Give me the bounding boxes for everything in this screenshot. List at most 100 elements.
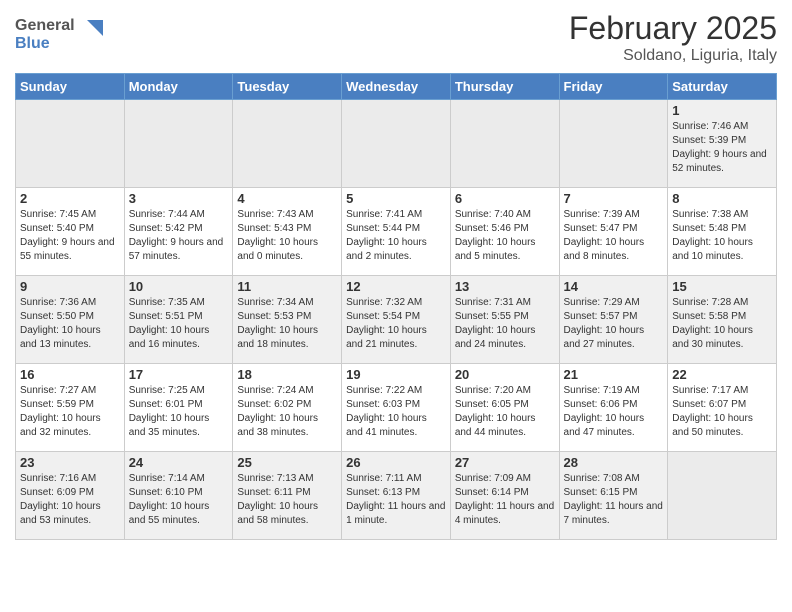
day-number: 15 [672, 279, 772, 294]
day-number: 16 [20, 367, 120, 382]
day-number: 23 [20, 455, 120, 470]
col-wednesday: Wednesday [342, 74, 451, 100]
day-info: Sunrise: 7:11 AM Sunset: 6:13 PM Dayligh… [346, 472, 446, 528]
calendar-cell [668, 452, 777, 540]
day-info: Sunrise: 7:25 AM Sunset: 6:01 PM Dayligh… [129, 384, 229, 440]
calendar-cell: 21 Sunrise: 7:19 AM Sunset: 6:06 PM Dayli… [559, 364, 668, 452]
day-number: 20 [455, 367, 555, 382]
day-number: 13 [455, 279, 555, 294]
calendar-cell: 26 Sunrise: 7:11 AM Sunset: 6:13 PM Dayli… [342, 452, 451, 540]
calendar-cell: 20 Sunrise: 7:20 AM Sunset: 6:05 PM Dayli… [450, 364, 559, 452]
logo: General Blue [15, 10, 105, 59]
day-number: 11 [237, 279, 337, 294]
calendar-cell: 18Sunrise: 7:24 AM Sunset: 6:02 PM Dayli… [233, 364, 342, 452]
day-info: Sunrise: 7:29 AM Sunset: 5:57 PM Dayligh… [564, 296, 664, 352]
calendar-week-row: 2 Sunrise: 7:45 AM Sunset: 5:40 PM Daylig… [16, 188, 777, 276]
day-number: 1 [672, 103, 772, 118]
calendar-cell: 9Sunrise: 7:36 AM Sunset: 5:50 PM Daylig… [16, 276, 125, 364]
calendar-cell: 16 Sunrise: 7:27 AM Sunset: 5:59 PM Dayli… [16, 364, 125, 452]
calendar-cell: 28 Sunrise: 7:08 AM Sunset: 6:15 PM Dayli… [559, 452, 668, 540]
calendar-cell [450, 100, 559, 188]
day-info: Sunrise: 7:19 AM Sunset: 6:06 PM Dayligh… [564, 384, 664, 440]
header: General Blue February 2025 Soldano, Ligu… [15, 10, 777, 65]
day-info: Sunrise: 7:32 AM Sunset: 5:54 PM Dayligh… [346, 296, 446, 352]
calendar-week-row: 23 Sunrise: 7:16 AM Sunset: 6:09 PM Dayli… [16, 452, 777, 540]
calendar-cell [559, 100, 668, 188]
calendar-cell [124, 100, 233, 188]
day-info: Sunrise: 7:14 AM Sunset: 6:10 PM Dayligh… [129, 472, 229, 528]
calendar-cell: 12 Sunrise: 7:32 AM Sunset: 5:54 PM Dayli… [342, 276, 451, 364]
day-number: 8 [672, 191, 772, 206]
calendar-cell: 2 Sunrise: 7:45 AM Sunset: 5:40 PM Daylig… [16, 188, 125, 276]
day-number: 28 [564, 455, 664, 470]
calendar-table: Sunday Monday Tuesday Wednesday Thursday… [15, 73, 777, 540]
day-info: Sunrise: 7:35 AM Sunset: 5:51 PM Dayligh… [129, 296, 229, 352]
calendar-cell: 11 Sunrise: 7:34 AM Sunset: 5:53 PM Dayli… [233, 276, 342, 364]
day-info: Sunrise: 7:13 AM Sunset: 6:11 PM Dayligh… [237, 472, 337, 528]
calendar-cell: 23 Sunrise: 7:16 AM Sunset: 6:09 PM Dayli… [16, 452, 125, 540]
logo-content: General Blue [15, 10, 105, 59]
col-friday: Friday [559, 74, 668, 100]
calendar-cell [342, 100, 451, 188]
day-info: Sunrise: 7:43 AM Sunset: 5:43 PM Dayligh… [237, 208, 337, 264]
calendar-cell: 22 Sunrise: 7:17 AM Sunset: 6:07 PM Dayli… [668, 364, 777, 452]
day-number: 19 [346, 367, 446, 382]
calendar-cell: 6Sunrise: 7:40 AM Sunset: 5:46 PM Daylig… [450, 188, 559, 276]
day-info: Sunrise: 7:22 AM Sunset: 6:03 PM Dayligh… [346, 384, 446, 440]
calendar-cell: 25 Sunrise: 7:13 AM Sunset: 6:11 PM Dayli… [233, 452, 342, 540]
day-info: Sunrise: 7:45 AM Sunset: 5:40 PM Dayligh… [20, 208, 120, 264]
day-number: 24 [129, 455, 229, 470]
svg-text:General: General [15, 17, 75, 34]
day-info: Sunrise: 7:34 AM Sunset: 5:53 PM Dayligh… [237, 296, 337, 352]
calendar-cell: 14 Sunrise: 7:29 AM Sunset: 5:57 PM Dayli… [559, 276, 668, 364]
day-info: Sunrise: 7:20 AM Sunset: 6:05 PM Dayligh… [455, 384, 555, 440]
day-info: Sunrise: 7:09 AM Sunset: 6:14 PM Dayligh… [455, 472, 555, 528]
day-info: Sunrise: 7:46 AM Sunset: 5:39 PM Dayligh… [672, 120, 772, 176]
day-number: 18 [237, 367, 337, 382]
day-number: 21 [564, 367, 664, 382]
day-number: 4 [237, 191, 337, 206]
day-info: Sunrise: 7:40 AM Sunset: 5:46 PM Dayligh… [455, 208, 555, 264]
day-info: Sunrise: 7:27 AM Sunset: 5:59 PM Dayligh… [20, 384, 120, 440]
day-info: Sunrise: 7:36 AM Sunset: 5:50 PM Dayligh… [20, 296, 120, 352]
calendar-cell: 10Sunrise: 7:35 AM Sunset: 5:51 PM Dayli… [124, 276, 233, 364]
col-sunday: Sunday [16, 74, 125, 100]
day-number: 2 [20, 191, 120, 206]
day-number: 14 [564, 279, 664, 294]
calendar-cell: 24 Sunrise: 7:14 AM Sunset: 6:10 PM Dayli… [124, 452, 233, 540]
day-info: Sunrise: 7:16 AM Sunset: 6:09 PM Dayligh… [20, 472, 120, 528]
day-info: Sunrise: 7:17 AM Sunset: 6:07 PM Dayligh… [672, 384, 772, 440]
col-tuesday: Tuesday [233, 74, 342, 100]
day-info: Sunrise: 7:28 AM Sunset: 5:58 PM Dayligh… [672, 296, 772, 352]
calendar-cell: 7 Sunrise: 7:39 AM Sunset: 5:47 PM Daylig… [559, 188, 668, 276]
calendar-cell: 13 Sunrise: 7:31 AM Sunset: 5:55 PM Dayli… [450, 276, 559, 364]
title-block: February 2025 Soldano, Liguria, Italy [569, 10, 777, 65]
day-info: Sunrise: 7:08 AM Sunset: 6:15 PM Dayligh… [564, 472, 664, 528]
day-info: Sunrise: 7:31 AM Sunset: 5:55 PM Dayligh… [455, 296, 555, 352]
svg-text:Blue: Blue [15, 35, 50, 52]
calendar-cell: 3Sunrise: 7:44 AM Sunset: 5:42 PM Daylig… [124, 188, 233, 276]
calendar-week-row: 9Sunrise: 7:36 AM Sunset: 5:50 PM Daylig… [16, 276, 777, 364]
day-number: 3 [129, 191, 229, 206]
calendar-cell: 4 Sunrise: 7:43 AM Sunset: 5:43 PM Daylig… [233, 188, 342, 276]
main-container: General Blue February 2025 Soldano, Ligu… [0, 0, 792, 550]
calendar-cell [233, 100, 342, 188]
calendar-week-row: 1 Sunrise: 7:46 AM Sunset: 5:39 PM Daylig… [16, 100, 777, 188]
day-number: 7 [564, 191, 664, 206]
day-number: 25 [237, 455, 337, 470]
calendar-cell: 8 Sunrise: 7:38 AM Sunset: 5:48 PM Daylig… [668, 188, 777, 276]
calendar-cell: 15 Sunrise: 7:28 AM Sunset: 5:58 PM Dayli… [668, 276, 777, 364]
day-number: 26 [346, 455, 446, 470]
day-info: Sunrise: 7:38 AM Sunset: 5:48 PM Dayligh… [672, 208, 772, 264]
day-info: Sunrise: 7:39 AM Sunset: 5:47 PM Dayligh… [564, 208, 664, 264]
day-number: 12 [346, 279, 446, 294]
calendar-cell: 1 Sunrise: 7:46 AM Sunset: 5:39 PM Daylig… [668, 100, 777, 188]
calendar-header-row: Sunday Monday Tuesday Wednesday Thursday… [16, 74, 777, 100]
page-subtitle: Soldano, Liguria, Italy [569, 47, 777, 65]
calendar-cell: 5Sunrise: 7:41 AM Sunset: 5:44 PM Daylig… [342, 188, 451, 276]
page-title: February 2025 [569, 10, 777, 47]
day-number: 17 [129, 367, 229, 382]
day-number: 22 [672, 367, 772, 382]
day-number: 5 [346, 191, 446, 206]
calendar-cell: 27Sunrise: 7:09 AM Sunset: 6:14 PM Dayli… [450, 452, 559, 540]
